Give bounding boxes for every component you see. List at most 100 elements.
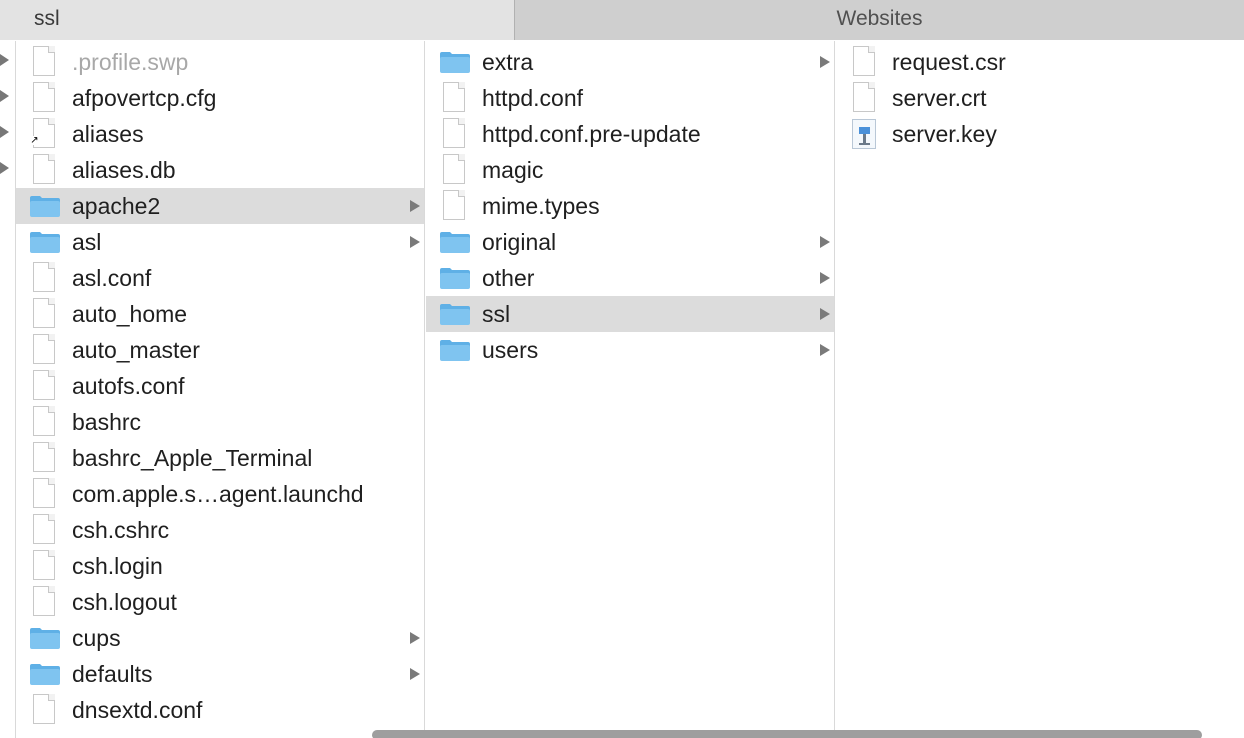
item-icon-container [16,692,72,728]
page-fold-icon [458,154,465,161]
item-icon-container [16,80,72,116]
page-fold-icon [48,82,55,89]
item-label: auto_master [72,336,200,363]
item-icon-container [16,152,72,188]
list-item-autofs-conf[interactable]: autofs.conf [16,368,424,404]
list-item-users[interactable]: users [426,332,834,368]
list-item-com-apple-s-agent-launchd[interactable]: com.apple.s…agent.launchd [16,476,424,512]
tab-websites[interactable]: Websites [515,0,1244,40]
item-icon-container [16,332,72,368]
item-label: users [482,336,539,363]
item-label: autofs.conf [72,372,185,399]
item-icon-container: ↗ [16,116,72,152]
page-fold-icon [48,586,55,593]
list-item-aliases[interactable]: ↗ aliases [16,116,424,152]
folder-icon [30,196,60,217]
item-icon-container [16,620,72,656]
item-label: afpovertcp.cfg [72,84,217,111]
item-label: apache2 [72,192,161,219]
item-icon-container [426,260,482,296]
item-icon-container [16,656,72,692]
list-item-bashrc[interactable]: bashrc [16,404,424,440]
list-item-mime-types[interactable]: mime.types [426,188,834,224]
item-icon-container [426,80,482,116]
page-fold-icon [48,46,55,53]
column-etc[interactable]: .profile.swp afpovertcp.cfg ↗ aliases aliase… [16,41,425,738]
disclosure-arrow-icon[interactable] [0,54,9,66]
page-fold-icon [48,514,55,521]
list-item-defaults[interactable]: defaults [16,656,424,692]
list-item-magic[interactable]: magic [426,152,834,188]
list-item-afpovertcp-cfg[interactable]: afpovertcp.cfg [16,80,424,116]
list-item-csh-cshrc[interactable]: csh.cshrc [16,512,424,548]
chevron-right-icon [820,344,830,356]
list-item-apache2[interactable]: apache2 [16,188,424,224]
page-fold-icon [868,46,875,53]
item-label: aliases [72,120,144,147]
item-label: original [482,228,557,255]
column-apache2[interactable]: extra httpd.conf httpd.conf.pre-update magi… [426,41,835,738]
chevron-right-icon [820,236,830,248]
chevron-right-icon [410,632,420,644]
list-item-request-csr[interactable]: request.csr [836,44,1244,80]
folder-icon [30,232,60,253]
disclosure-arrow-icon[interactable] [0,162,9,174]
item-label: dnsextd.conf [72,696,203,723]
list-item-csh-logout[interactable]: csh.logout [16,584,424,620]
item-icon-container [16,476,72,512]
item-icon-container [426,152,482,188]
list-item-httpd-conf-pre-update[interactable]: httpd.conf.pre-update [426,116,834,152]
list-item-csh-login[interactable]: csh.login [16,548,424,584]
item-label: magic [482,156,544,183]
chevron-right-icon [820,272,830,284]
item-icon-container [16,224,72,260]
page-fold-icon [48,550,55,557]
item-label: other [482,264,535,291]
disclosure-arrow-icon[interactable] [0,126,9,138]
item-label: csh.logout [72,588,177,615]
list-item-server-key[interactable]: server.key [836,116,1244,152]
list-item-auto-home[interactable]: auto_home [16,296,424,332]
list-item-aliases-db[interactable]: aliases.db [16,152,424,188]
horizontal-scrollbar[interactable] [372,730,1202,738]
item-label: asl.conf [72,264,152,291]
item-label: asl [72,228,102,255]
page-fold-icon [48,262,55,269]
page-fold-icon [458,118,465,125]
column-ssl[interactable]: request.csr server.crt server.key [836,41,1244,738]
item-icon-container [16,584,72,620]
list-item-dnsextd-conf[interactable]: dnsextd.conf [16,692,424,728]
item-label: defaults [72,660,153,687]
list-item-asl[interactable]: asl [16,224,424,260]
folder-icon [440,52,470,73]
item-icon-container [836,80,892,116]
list-item-asl-conf[interactable]: asl.conf [16,260,424,296]
list-item-other[interactable]: other [426,260,834,296]
tab-ssl[interactable]: ssl [0,0,515,40]
list-item-ssl[interactable]: ssl [426,296,834,332]
folder-icon [440,340,470,361]
list-item-httpd-conf[interactable]: httpd.conf [426,80,834,116]
list-item-auto-master[interactable]: auto_master [16,332,424,368]
list-item-cups[interactable]: cups [16,620,424,656]
folder-icon [30,664,60,685]
folder-icon [440,232,470,253]
page-fold-icon [458,190,465,197]
disclosure-arrow-icon[interactable] [0,90,9,102]
item-icon-container [426,44,482,80]
item-label: mime.types [482,192,600,219]
item-icon-container [16,296,72,332]
chevron-right-icon [820,308,830,320]
item-icon-container [16,368,72,404]
item-icon-container [836,116,892,152]
list-item-bashrc-apple-terminal[interactable]: bashrc_Apple_Terminal [16,440,424,476]
list-item-original[interactable]: original [426,224,834,260]
tab-bar: ssl Websites [0,0,1244,40]
page-fold-icon [48,370,55,377]
list-item-profile-swp[interactable]: .profile.swp [16,44,424,80]
page-fold-icon [48,298,55,305]
list-item-server-crt[interactable]: server.crt [836,80,1244,116]
list-item-extra[interactable]: extra [426,44,834,80]
finder-window: ssl Websites .profile.swp afpovertcp.cfg ↗… [0,0,1244,738]
item-label: com.apple.s…agent.launchd [72,480,364,507]
